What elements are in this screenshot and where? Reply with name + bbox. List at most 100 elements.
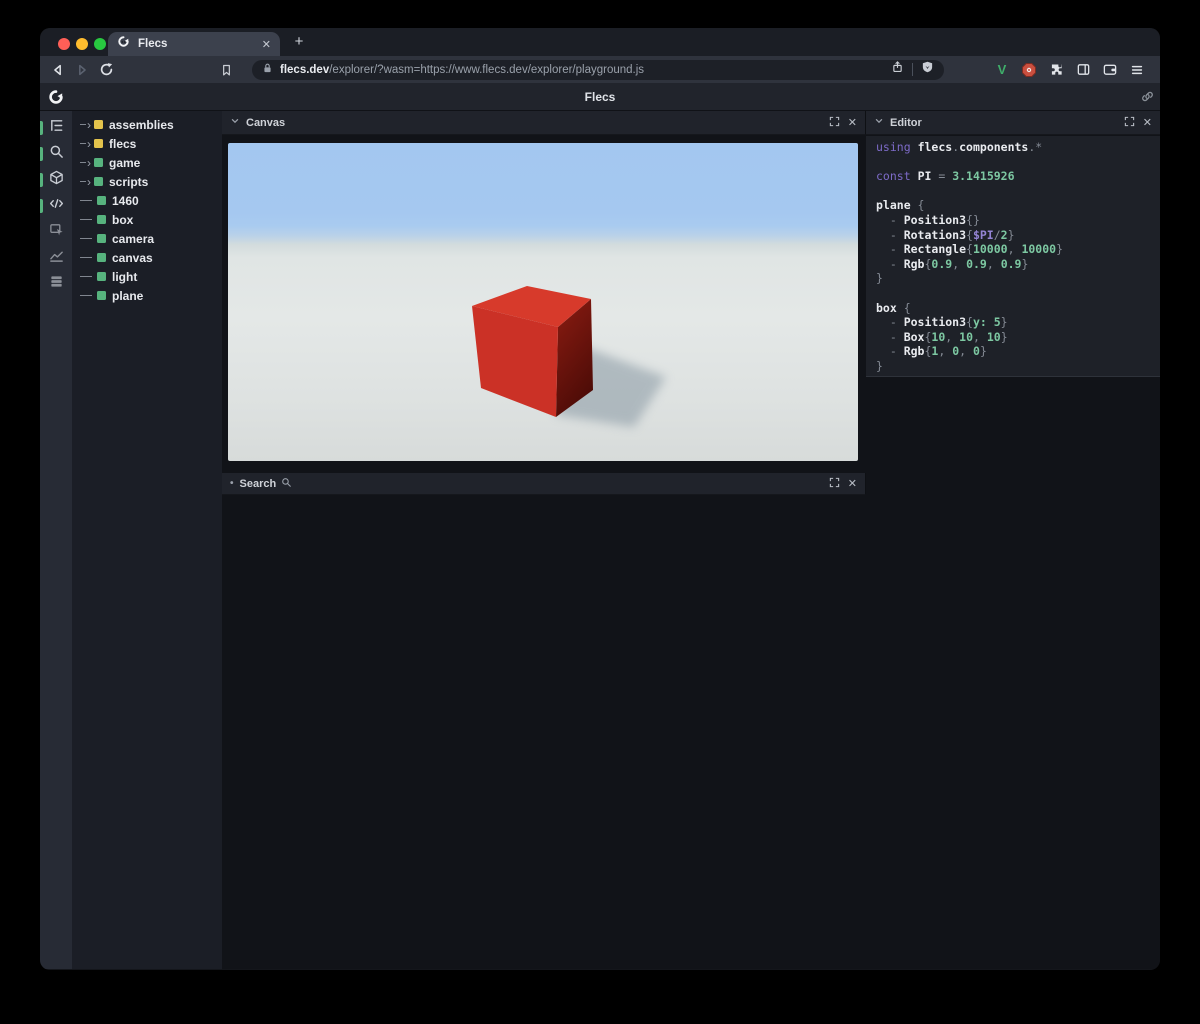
reload-button[interactable] <box>98 62 114 78</box>
nav-inspector-button[interactable] <box>40 219 72 245</box>
nav-stats-button[interactable] <box>40 245 72 271</box>
close-icon[interactable]: ✕ <box>1143 116 1152 129</box>
nav-tree-button[interactable] <box>40 115 72 141</box>
expand-chevron-icon[interactable]: › <box>87 139 91 149</box>
stats-icon <box>49 248 64 268</box>
tab-title: Flecs <box>138 38 167 50</box>
inspector-icon <box>49 222 64 242</box>
tree-item-camera[interactable]: camera <box>72 229 222 248</box>
tree-connector <box>80 200 92 201</box>
code-line <box>876 155 1160 170</box>
minimize-window-button[interactable] <box>76 38 88 50</box>
search-icon <box>281 477 292 491</box>
bookmarks-icon[interactable] <box>218 62 234 78</box>
sidebar-toggle-button[interactable] <box>1074 61 1092 79</box>
vue-devtools-extension-button[interactable]: V <box>993 61 1011 79</box>
tree-connector <box>80 295 92 296</box>
search-panel-title: Search <box>240 478 277 490</box>
entity-color-swatch <box>97 234 106 243</box>
expand-chevron-icon[interactable]: › <box>87 120 91 130</box>
nav-rows-button[interactable] <box>40 271 72 297</box>
fullscreen-icon[interactable] <box>829 116 840 130</box>
new-tab-button[interactable]: + <box>290 33 308 51</box>
url-path: /explorer/?wasm=https://www.flecs.dev/ex… <box>329 64 644 76</box>
app-header: Flecs <box>40 83 1160 111</box>
tree-item-label: canvas <box>112 251 153 265</box>
entity-color-swatch <box>97 253 106 262</box>
wallet-button[interactable] <box>1101 61 1119 79</box>
tree-item-label: plane <box>112 289 143 303</box>
close-icon[interactable]: ✕ <box>848 477 857 490</box>
close-icon[interactable]: ✕ <box>848 116 857 129</box>
back-button[interactable] <box>50 62 66 78</box>
entity-color-swatch <box>94 139 103 148</box>
tree-item-game[interactable]: ›game <box>72 153 222 172</box>
url-host: flecs.dev <box>280 64 329 76</box>
tree-item-assemblies[interactable]: ›assemblies <box>72 115 222 134</box>
code-line: const PI = 3.1415926 <box>876 169 1160 184</box>
active-panel-indicator <box>40 147 43 161</box>
code-line: - Rgb{1, 0, 0} <box>876 344 1160 359</box>
tree-item-plane[interactable]: plane <box>72 286 222 305</box>
fullscreen-icon[interactable] <box>1124 116 1135 130</box>
search-icon <box>49 144 64 164</box>
extensions-puzzle-button[interactable] <box>1047 61 1065 79</box>
nav-icon-strip <box>40 111 72 969</box>
nav-canvas-button[interactable] <box>40 167 72 193</box>
tree-connector <box>80 219 92 220</box>
tree-item-light[interactable]: light <box>72 267 222 286</box>
tree-item-scripts[interactable]: ›scripts <box>72 172 222 191</box>
zoom-window-button[interactable] <box>94 38 106 50</box>
collapsed-bullet-icon[interactable]: • <box>230 478 234 489</box>
tree-connector <box>80 181 86 182</box>
code-line <box>876 286 1160 301</box>
browser-tab-flecs[interactable]: Flecs ✕ <box>108 32 280 56</box>
address-bar[interactable]: flecs.dev/explorer/?wasm=https://www.fle… <box>252 60 944 80</box>
tree-item-flecs[interactable]: › flecs <box>72 134 222 153</box>
code-line <box>876 184 1160 199</box>
code-editor[interactable]: using flecs.components.* const PI = 3.14… <box>866 136 1160 377</box>
url-text: flecs.dev/explorer/?wasm=https://www.fle… <box>280 64 891 76</box>
chevron-down-icon[interactable] <box>874 116 884 129</box>
tree-item-1460[interactable]: 1460 <box>72 191 222 210</box>
code-line: - Rotation3{$PI/2} <box>876 228 1160 243</box>
tree-item-label: flecs <box>109 137 136 151</box>
tree-item-label: 1460 <box>112 194 139 208</box>
divider <box>912 63 913 76</box>
expand-chevron-icon[interactable]: › <box>87 177 91 187</box>
code-line: box { <box>876 301 1160 316</box>
share-icon[interactable] <box>891 60 904 79</box>
tree-item-canvas[interactable]: canvas <box>72 248 222 267</box>
chevron-down-icon[interactable] <box>230 116 240 129</box>
search-panel-header[interactable]: • Search ✕ <box>222 473 866 495</box>
editor-panel-header[interactable]: Editor ✕ <box>866 111 1160 135</box>
tree-connector <box>80 124 86 125</box>
canvas-panel-header[interactable]: Canvas ✕ <box>222 111 866 135</box>
extension-area: V <box>993 61 1146 79</box>
nav-search-button[interactable] <box>40 141 72 167</box>
canvas-3d-viewport[interactable] <box>228 143 858 461</box>
lock-icon <box>262 61 273 79</box>
page-title: Flecs <box>585 90 616 104</box>
brave-shield-icon[interactable] <box>921 60 934 79</box>
canvas-icon <box>49 170 64 190</box>
menu-button[interactable] <box>1128 61 1146 79</box>
tree-connector <box>80 257 92 258</box>
entity-color-swatch <box>94 120 103 129</box>
entity-tree-panel: ›assemblies›flecs›game›scripts1460boxcam… <box>72 111 222 969</box>
active-panel-indicator <box>40 121 43 135</box>
forward-button[interactable] <box>74 62 90 78</box>
tree-icon <box>49 118 64 138</box>
code-line: } <box>876 359 1160 374</box>
tree-connector <box>80 143 86 144</box>
expand-chevron-icon[interactable]: › <box>87 158 91 168</box>
code-line: - Position3{y: 5} <box>876 315 1160 330</box>
tab-close-icon[interactable]: ✕ <box>262 38 271 51</box>
nav-code-button[interactable] <box>40 193 72 219</box>
code-line: - Position3{} <box>876 213 1160 228</box>
close-window-button[interactable] <box>58 38 70 50</box>
tree-item-box[interactable]: box <box>72 210 222 229</box>
fullscreen-icon[interactable] <box>829 477 840 491</box>
share-link-icon[interactable] <box>1140 89 1155 109</box>
adblock-extension-button[interactable] <box>1020 61 1038 79</box>
